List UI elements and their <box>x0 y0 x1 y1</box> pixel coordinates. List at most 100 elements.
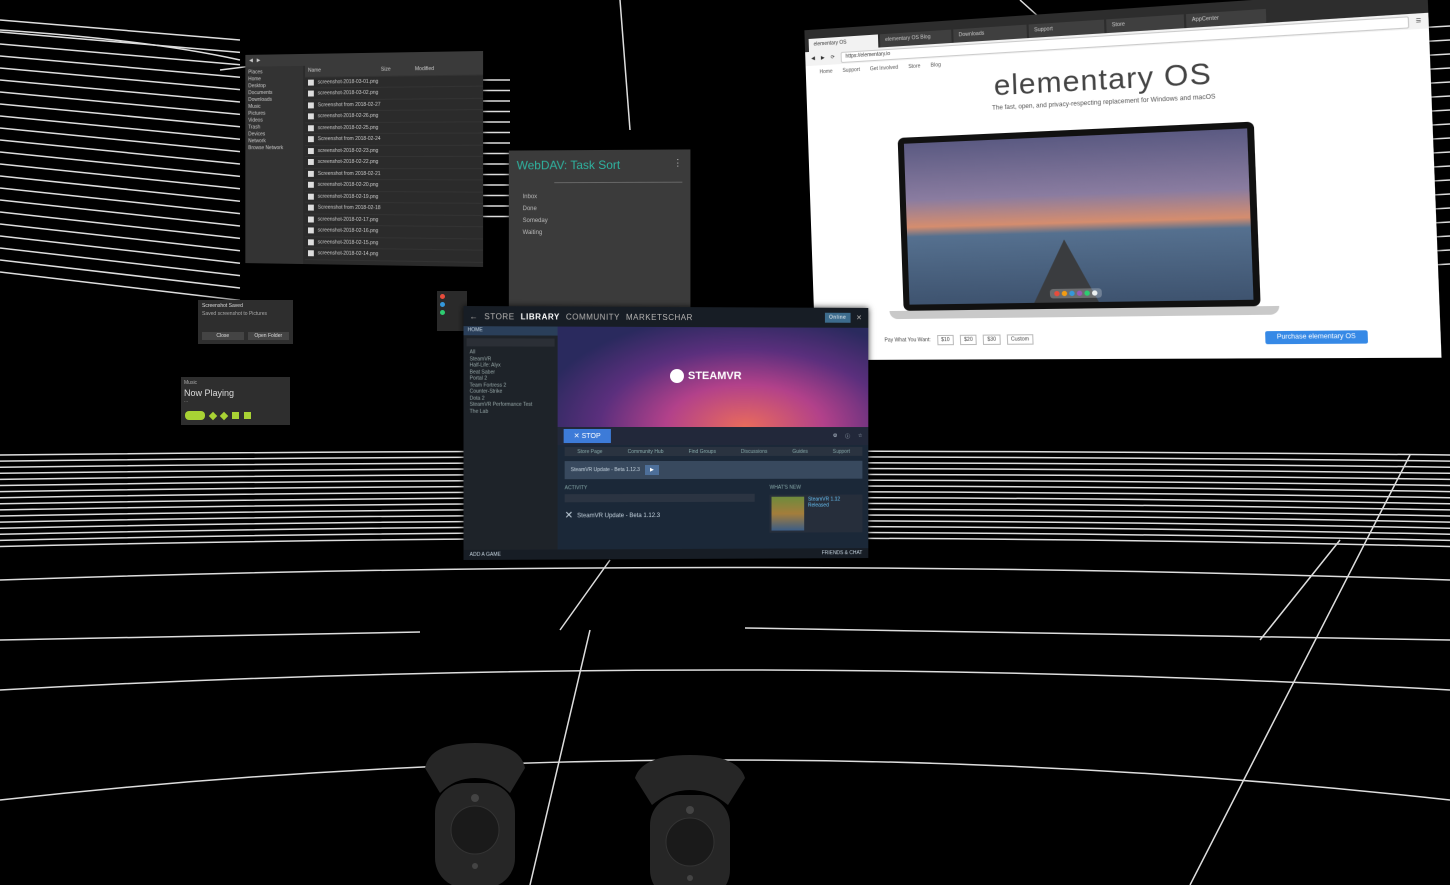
swatch-green[interactable] <box>440 310 445 315</box>
account-status[interactable]: Online <box>825 312 851 323</box>
image-file-icon <box>307 136 314 143</box>
file-row[interactable]: screenshot-2018-02-25.png <box>305 121 484 135</box>
add-game-button[interactable]: ADD A GAME <box>470 552 501 558</box>
forward-icon[interactable]: ▶ <box>821 55 825 61</box>
file-row[interactable]: screenshot-2018-02-26.png <box>305 110 484 123</box>
close-button[interactable]: Close <box>202 332 244 340</box>
notification-body: Saved screenshot to Pictures <box>202 311 268 317</box>
game-subnav-link[interactable]: Community Hub <box>628 449 664 455</box>
news-card[interactable]: SteamVR 1.12 Released <box>769 494 863 533</box>
file-manager-window[interactable]: ◀ ▶ Places Home Desktop Documents Downloads M… <box>245 50 484 268</box>
game-subnav-link[interactable]: Support <box>833 448 850 454</box>
swatch-blue[interactable] <box>440 302 445 307</box>
webdav-task-sort-window[interactable]: WebDAV: Task Sort ⋮ Inbox Done Someday Wait… <box>508 149 691 311</box>
file-row[interactable]: screenshot-2018-02-22.png <box>305 156 484 169</box>
stop-button[interactable]: ✕ STOP <box>563 428 611 444</box>
stop-icon[interactable] <box>232 412 239 419</box>
purchase-button[interactable]: Purchase elementary OS <box>1265 330 1369 345</box>
color-palette-window[interactable] <box>437 291 467 331</box>
news-thumbnail <box>771 496 805 531</box>
grid-line <box>0 163 241 190</box>
amount-custom[interactable]: Custom <box>1006 334 1034 345</box>
steam-top-nav: ← STORE LIBRARY COMMUNITY MARKETSCHAR On… <box>463 306 869 328</box>
site-nav-link[interactable]: Blog <box>931 62 941 69</box>
game-subnav-link[interactable]: Store Page <box>577 449 602 455</box>
nav-market[interactable]: MARKETSCHAR <box>626 312 693 321</box>
stop-label: STOP <box>581 433 601 441</box>
dock <box>1049 288 1102 299</box>
laptop-hero-image <box>897 121 1261 311</box>
file-row[interactable]: screenshot-2018-02-23.png <box>305 145 484 158</box>
file-name: screenshot-2018-02-16.png <box>317 227 379 235</box>
image-file-icon <box>307 182 314 189</box>
back-icon[interactable]: ◀ <box>249 58 253 64</box>
amount-20[interactable]: $20 <box>959 334 978 346</box>
column-name[interactable]: Name <box>308 67 377 74</box>
webdav-item[interactable]: Inbox <box>509 191 691 203</box>
image-file-icon <box>307 204 314 211</box>
file-row[interactable]: screenshot-2018-02-20.png <box>305 179 484 193</box>
column-modified[interactable]: Modified <box>415 66 434 72</box>
friends-chat-button[interactable]: FRIENDS & CHAT <box>822 550 863 556</box>
grid-line <box>0 139 241 165</box>
site-nav-link[interactable]: Get Involved <box>870 65 898 73</box>
image-file-icon <box>307 147 314 154</box>
menu-icon[interactable]: ☰ <box>1416 18 1422 25</box>
library-search[interactable] <box>466 338 555 347</box>
info-button[interactable]: ▶ <box>644 465 659 476</box>
grid-line <box>0 247 241 277</box>
file-row[interactable]: Screenshot from 2018-02-21 <box>305 168 484 181</box>
activity-section: ACTIVITY ✕ SteamVR Update - Beta 1.12.3 <box>564 485 755 521</box>
back-icon[interactable]: ◀ <box>811 56 815 62</box>
webdav-item[interactable]: Someday <box>509 215 691 227</box>
reload-icon[interactable]: ⟳ <box>830 54 834 60</box>
steam-client-window[interactable]: ← STORE LIBRARY COMMUNITY MARKETSCHAR On… <box>463 306 869 560</box>
web-browser-window[interactable]: elementary OS elementary OS Blog Downloads… <box>804 0 1442 361</box>
amount-10[interactable]: $10 <box>936 334 954 346</box>
image-file-icon <box>307 170 314 177</box>
info-icon[interactable]: ⓘ <box>845 433 850 439</box>
nav-store[interactable]: STORE <box>484 312 514 321</box>
column-size[interactable]: Size <box>381 67 411 73</box>
game-subnav-link[interactable]: Discussions <box>741 448 767 454</box>
grid-line <box>0 235 241 264</box>
file-row[interactable]: Screenshot from 2018-02-24 <box>305 133 484 146</box>
nav-library[interactable]: LIBRARY <box>521 312 560 321</box>
back-icon[interactable]: ← <box>470 312 479 321</box>
star-icon[interactable]: ☆ <box>858 433 862 439</box>
play-button[interactable] <box>185 411 205 420</box>
site-nav-link[interactable]: Home <box>819 69 832 76</box>
game-list: All SteamVR Half-Life: Alyx Beat Saber Porta… <box>464 349 558 415</box>
site-nav-link[interactable]: Store <box>908 63 920 70</box>
now-playing-widget: Music Now Playing ... <box>181 377 290 425</box>
library-home[interactable]: HOME <box>463 326 558 336</box>
desktop-screenshot <box>903 128 1254 305</box>
gear-icon[interactable]: ⚙ <box>833 433 837 439</box>
file-row[interactable]: screenshot-2018-02-14.png <box>305 248 484 263</box>
forward-icon[interactable]: ▶ <box>257 58 261 64</box>
settings-icon[interactable] <box>244 412 251 419</box>
grid-line <box>559 559 611 631</box>
site-nav-link[interactable]: Support <box>842 67 860 74</box>
open-folder-button[interactable]: Open Folder <box>247 332 289 340</box>
grid-line <box>0 259 241 289</box>
webdav-item[interactable]: Waiting <box>509 227 691 239</box>
sidebar-item[interactable]: Browse Network <box>248 145 300 152</box>
file-manager-sidebar: Places Home Desktop Documents Downloads Music… <box>245 65 304 265</box>
file-name: screenshot-2018-02-23.png <box>317 147 379 154</box>
close-icon[interactable]: ✕ <box>856 314 862 322</box>
game-subnav-link[interactable]: Guides <box>792 448 808 454</box>
webdav-item[interactable]: Done <box>509 203 691 215</box>
nav-community[interactable]: COMMUNITY <box>566 312 620 321</box>
game-subnav-link[interactable]: Find Groups <box>689 448 716 454</box>
vr-scene: ◀ ▶ Places Home Desktop Documents Downloads M… <box>0 0 1450 885</box>
swatch-red[interactable] <box>440 294 445 299</box>
grid-line <box>0 271 241 302</box>
library-game-item[interactable]: The Lab <box>464 408 558 415</box>
activity-title: ACTIVITY <box>564 485 588 492</box>
overflow-menu-icon[interactable]: ⋮ <box>673 158 682 169</box>
activity-input[interactable] <box>564 493 755 503</box>
amount-30[interactable]: $30 <box>983 334 1001 345</box>
prev-icon[interactable] <box>208 411 218 420</box>
next-icon[interactable] <box>219 411 229 420</box>
